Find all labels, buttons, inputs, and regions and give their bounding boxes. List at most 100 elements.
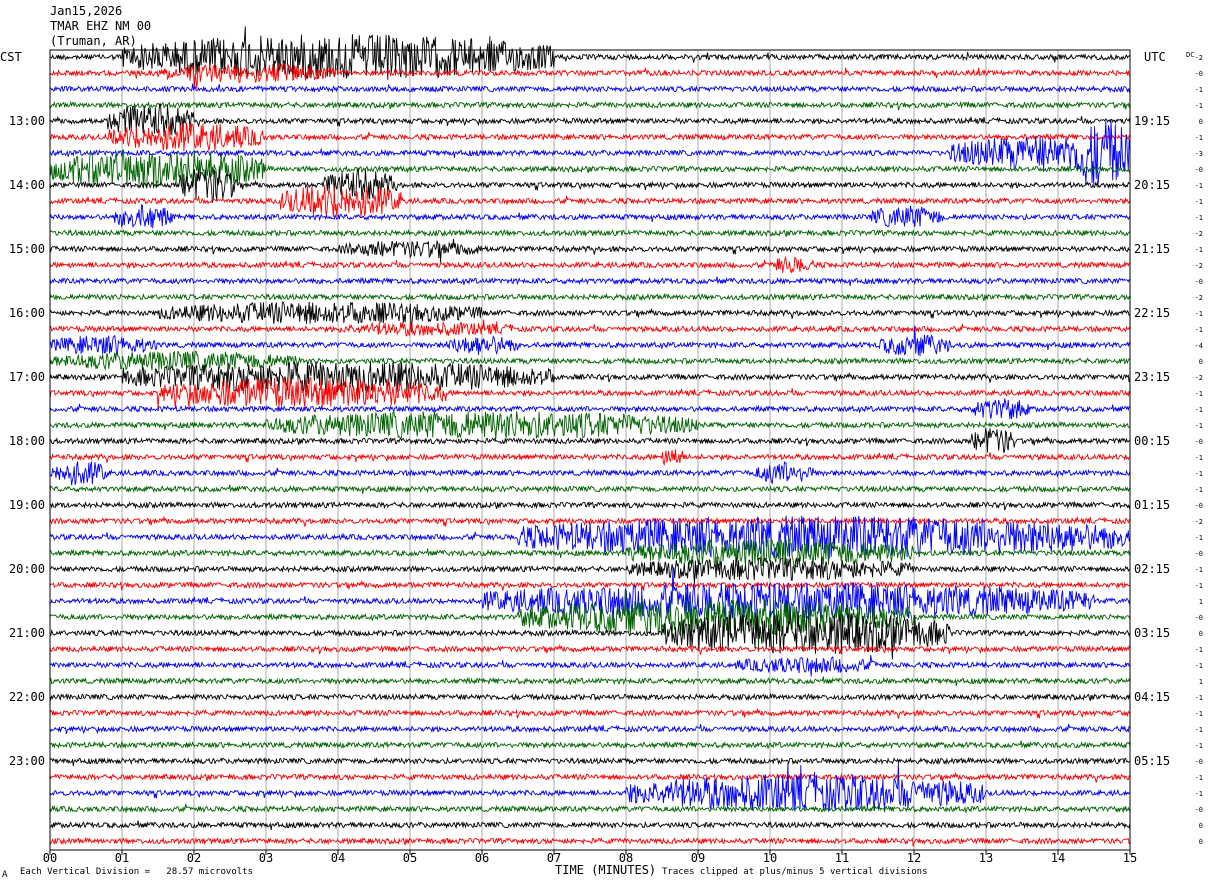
trace-row-15	[49, 292, 1131, 302]
trace-row-1	[49, 62, 1131, 90]
left-time-label: 21:00	[9, 626, 45, 640]
clip-note: Traces clipped at plus/minus 5 vertical …	[662, 867, 928, 877]
corner-mark: A	[2, 870, 8, 880]
trace-row-20	[49, 361, 1131, 393]
x-tick-label: 10	[763, 851, 777, 865]
trace-row-5	[49, 122, 1131, 152]
dc-offset-label: -2	[1195, 294, 1203, 302]
trace-row-10	[49, 203, 1131, 229]
right-time-label: 22:15	[1134, 306, 1170, 320]
trace-row-13	[49, 255, 1130, 274]
x-tick-label: 14	[1051, 851, 1065, 865]
dc-offset-label: -1	[1195, 102, 1203, 110]
trace-row-12	[49, 239, 1131, 263]
right-time-label: 03:15	[1134, 626, 1170, 640]
left-time-label: 23:00	[9, 754, 45, 768]
dc-offset-label: -3	[1195, 150, 1203, 158]
dc-offset-label: -4	[1195, 342, 1203, 350]
trace-row-32	[49, 556, 1131, 584]
trace-row-34	[49, 567, 1131, 623]
right-time-label: 04:15	[1134, 690, 1170, 704]
dc-offset-label: -0	[1195, 614, 1203, 622]
dc-offset-label: 0	[1199, 118, 1203, 126]
dc-offset-label: -1	[1195, 662, 1203, 670]
trace-row-49	[49, 836, 1131, 847]
dc-offset-label: 1	[1199, 678, 1203, 686]
right-time-label: 21:15	[1134, 242, 1170, 256]
dc-offset-label: -0	[1195, 278, 1203, 286]
dc-offset-label: -1	[1195, 326, 1203, 334]
x-tick-label: 03	[259, 851, 273, 865]
dc-offset-label: -1	[1195, 646, 1203, 654]
left-time-label: 22:00	[9, 690, 45, 704]
trace-row-22	[49, 398, 1131, 420]
x-tick-label: 13	[979, 851, 993, 865]
left-time-label: 16:00	[9, 306, 45, 320]
trace-row-39	[49, 676, 1131, 686]
trace-row-48	[49, 820, 1131, 830]
right-time-label: 19:15	[1134, 114, 1170, 128]
left-time-label: 14:00	[9, 178, 45, 192]
trace-row-28	[49, 500, 1131, 511]
left-time-label: 13:00	[9, 114, 45, 128]
trace-row-46	[49, 762, 1131, 812]
trace-row-42	[49, 723, 1131, 735]
dc-offset-label: -0	[1195, 806, 1203, 814]
vertical-division-note: Each Vertical Division = 28.57 microvolt…	[20, 867, 253, 877]
left-time-label: 20:00	[9, 562, 45, 576]
dc-offset-label: -1	[1195, 214, 1203, 222]
x-tick-label: 05	[403, 851, 417, 865]
trace-row-25	[49, 449, 1131, 467]
trace-row-41	[49, 707, 1131, 719]
dc-offset-label: -2	[1195, 262, 1203, 270]
dc-offset-label: -2	[1195, 230, 1203, 238]
trace-row-24	[49, 427, 1131, 454]
left-time-label: 17:00	[9, 370, 45, 384]
x-tick-label: 00	[43, 851, 57, 865]
x-tick-label: 04	[331, 851, 345, 865]
x-tick-label: 02	[187, 851, 201, 865]
trace-row-26	[49, 461, 1131, 486]
trace-row-23	[49, 411, 1131, 440]
dc-offset-label: -1	[1195, 182, 1203, 190]
trace-row-45	[49, 771, 1131, 783]
x-tick-label: 11	[835, 851, 849, 865]
right-time-label: 05:15	[1134, 754, 1170, 768]
dc-offset-label: -1	[1195, 246, 1203, 254]
dc-offset-label: -1	[1195, 566, 1203, 574]
left-time-label: 18:00	[9, 434, 45, 448]
trace-row-19	[49, 350, 1131, 372]
dc-offset-label: -1	[1195, 86, 1203, 94]
dc-offset-label: 0	[1199, 822, 1203, 830]
right-time-label: 02:15	[1134, 562, 1170, 576]
right-time-label: 23:15	[1134, 370, 1170, 384]
x-tick-label: 12	[907, 851, 921, 865]
trace-row-7	[49, 149, 1131, 189]
trace-row-11	[49, 228, 1131, 238]
trace-row-3	[49, 100, 1131, 111]
dc-offset-label: 0	[1199, 630, 1203, 638]
dc-offset-label: -1	[1195, 742, 1203, 750]
dc-offset-label: -1	[1195, 198, 1203, 206]
left-time-label: 15:00	[9, 242, 45, 256]
dc-offset-label: -0	[1195, 166, 1203, 174]
right-time-label: 01:15	[1134, 498, 1170, 512]
dc-offset-label: -1	[1195, 582, 1203, 590]
dc-offset-label: -1	[1195, 534, 1203, 542]
dc-offset-label: -1	[1195, 390, 1203, 398]
dc-label: DC	[1186, 51, 1194, 59]
trace-row-27	[49, 484, 1131, 494]
dc-offset-label: -1	[1195, 406, 1203, 414]
trace-row-38	[49, 654, 1131, 677]
dc-offset-label: 0	[1199, 358, 1203, 366]
dc-offset-label: -1	[1195, 134, 1203, 142]
trace-row-44	[49, 756, 1131, 766]
dc-offset-label: -1	[1195, 694, 1203, 702]
dc-offset-label: -2	[1195, 518, 1203, 526]
dc-offset-label: -1	[1195, 726, 1203, 734]
right-time-label: 00:15	[1134, 434, 1170, 448]
dc-offset-label: -0	[1195, 438, 1203, 446]
dc-offset-label: -0	[1195, 550, 1203, 558]
dc-offset-label: -2	[1195, 54, 1203, 62]
trace-row-21	[49, 376, 1131, 409]
